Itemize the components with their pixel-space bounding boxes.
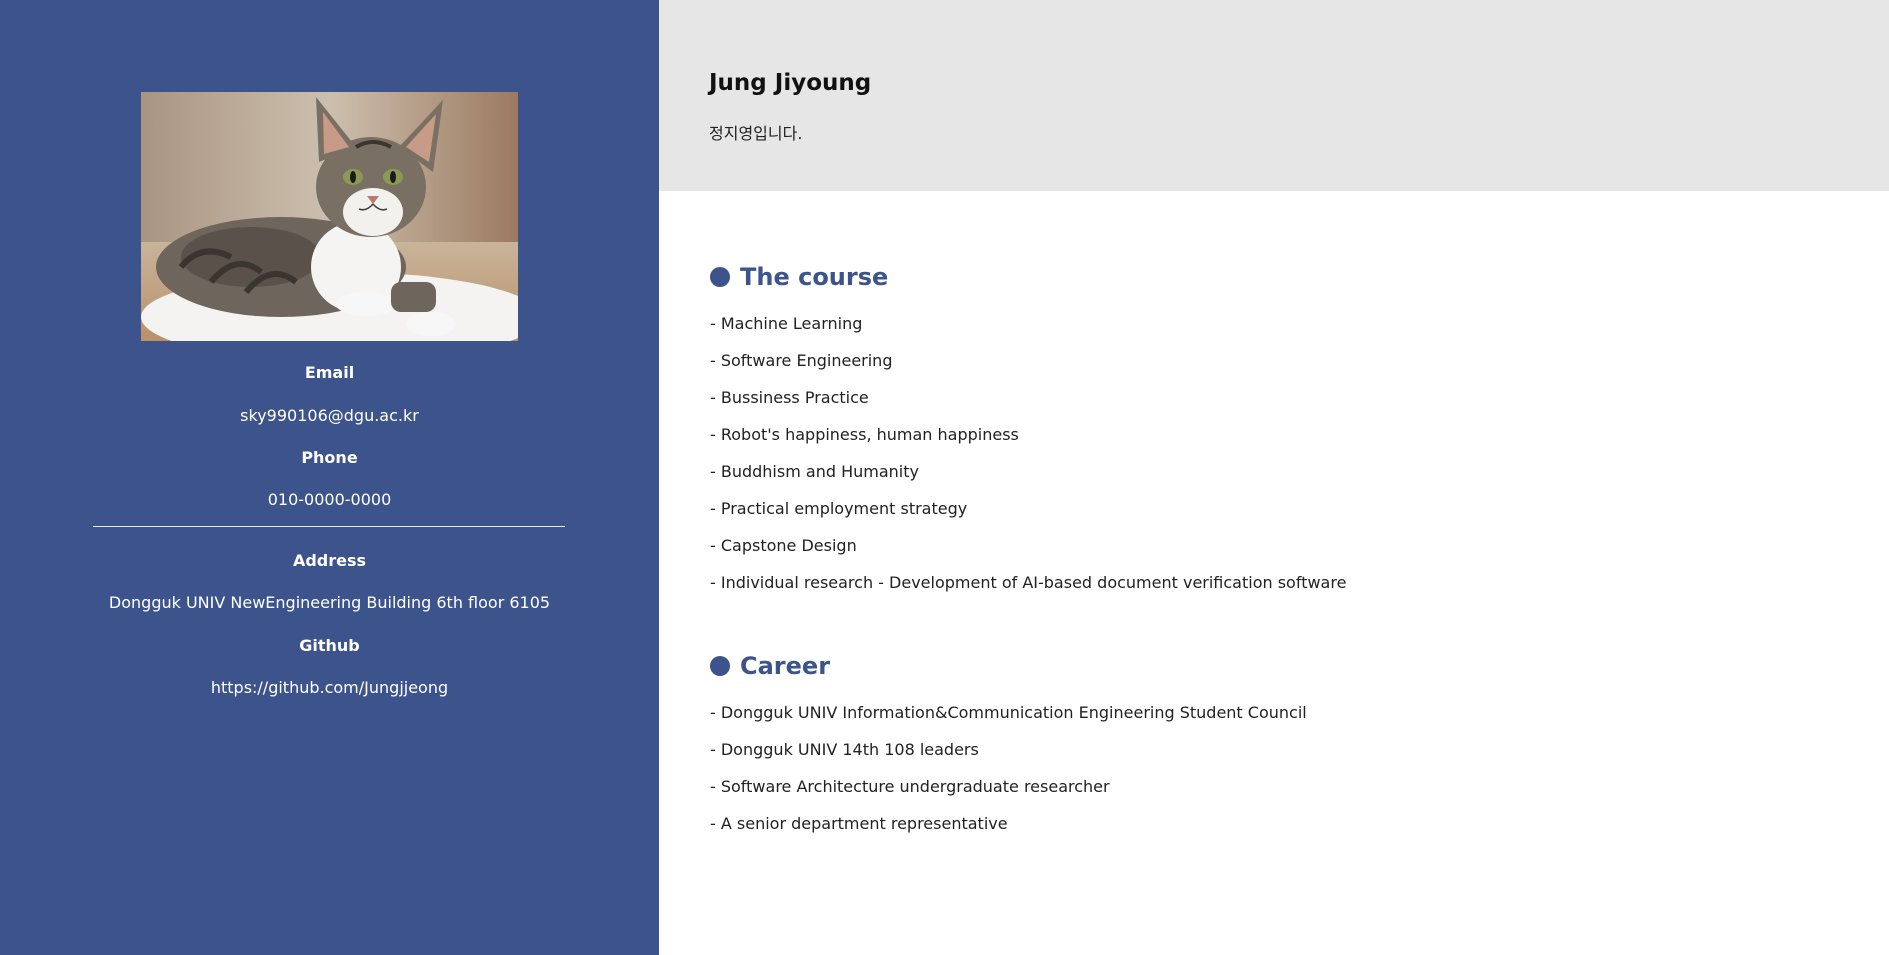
career-section-title: Career: [740, 652, 831, 680]
course-item: - Capstone Design: [710, 536, 857, 555]
address-label: Address: [292, 551, 367, 570]
course-section-heading: The course: [710, 263, 888, 291]
career-section-heading: Career: [710, 652, 830, 680]
career-item: - A senior department representative: [710, 814, 1008, 833]
circle-bullet-icon: [710, 267, 730, 287]
address-value: Dongguk UNIV NewEngineering Building 6th…: [108, 593, 551, 612]
profile-header: Jung Jiyoung 정지영입니다.: [659, 0, 1889, 191]
career-item: - Dongguk UNIV 14th 108 leaders: [710, 740, 979, 759]
course-item: - Software Engineering: [710, 351, 893, 370]
course-section-title: The course: [740, 263, 889, 291]
course-item: - Robot's happiness, human happiness: [710, 425, 1019, 444]
career-item: - Software Architecture undergraduate re…: [710, 777, 1110, 796]
course-item: - Machine Learning: [710, 314, 863, 333]
course-item: - Buddhism and Humanity: [710, 462, 919, 481]
circle-bullet-icon: [710, 656, 730, 676]
profile-photo: [141, 92, 518, 341]
resume-page: Email sky990106@dgu.ac.kr Phone 010-0000…: [0, 0, 1889, 955]
email-value[interactable]: sky990106@dgu.ac.kr: [0, 406, 659, 425]
sidebar-divider: [93, 526, 565, 527]
email-label: Email: [304, 363, 355, 382]
course-item: - Practical employment strategy: [710, 499, 968, 518]
github-link[interactable]: https://github.com/Jungjjeong: [0, 678, 659, 697]
github-label: Github: [299, 636, 360, 655]
phone-label: Phone: [301, 448, 358, 467]
phone-value: 010-0000-0000: [267, 490, 392, 509]
course-item: - Individual research - Development of A…: [710, 573, 1347, 592]
course-item: - Bussiness Practice: [710, 388, 869, 407]
profile-intro: 정지영입니다.: [709, 124, 803, 143]
profile-name: Jung Jiyoung: [709, 70, 872, 96]
profile-sidebar: Email sky990106@dgu.ac.kr Phone 010-0000…: [0, 0, 659, 955]
career-item: - Dongguk UNIV Information&Communication…: [710, 703, 1307, 722]
